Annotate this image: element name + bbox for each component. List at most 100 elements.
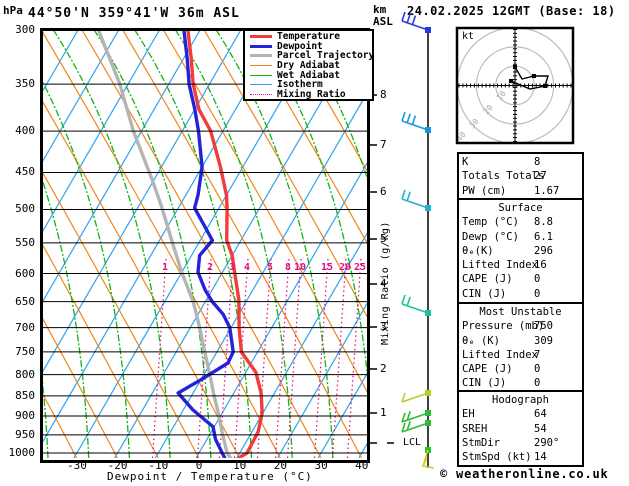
wind-barb <box>401 420 431 433</box>
wind-barb <box>401 294 431 316</box>
legend-label: Dry Adiabat <box>277 60 340 72</box>
dry-adiabat-line <box>0 28 36 458</box>
legend-label: Mixing Ratio <box>277 88 346 100</box>
panel-row-value: 309 <box>534 334 553 347</box>
panel-row: Pressure (mb) 750 <box>462 319 579 333</box>
panel-row-label: StmSpd (kt) <box>462 451 532 464</box>
most-unstable-panel: Most Unstable Pressure (mb) 750 θₑ (K) 309 Li… <box>457 302 584 394</box>
panel-row: CAPE (J) 0 <box>462 362 579 376</box>
panel-row-value: 54 <box>534 422 547 435</box>
panel-row-label: K <box>462 156 469 168</box>
panel-row-label: Lifted Index <box>462 259 538 272</box>
hodograph-unit-label: kt <box>462 31 475 42</box>
panel-row: EH 64 <box>462 407 579 421</box>
mixing-ratio-line <box>151 257 167 458</box>
panel-row-value: 27 <box>534 170 547 183</box>
panel-row: CIN (J) 0 <box>462 287 579 301</box>
mixing-ratio-line <box>313 257 329 458</box>
panel-row-value: 7 <box>534 348 541 361</box>
panel-row-value: 8.8 <box>534 216 553 229</box>
wind-barb <box>401 189 431 211</box>
legend-swatch <box>250 74 272 76</box>
panel-row-label: Pressure (mb) <box>462 320 545 333</box>
hodograph-panel: Hodograph EH 64 SREH 54 StmDir 290° StmSpd (kt)… <box>457 390 584 468</box>
panel-row-value: 296 <box>534 244 553 257</box>
panel-row-value: 6.1 <box>534 230 553 243</box>
panel-row-value: 0 <box>534 287 541 300</box>
legend-label: Isotherm <box>277 79 323 91</box>
temperature-axis-title: Dewpoint / Temperature (°C) <box>107 470 313 483</box>
legend-label: Temperature <box>277 31 340 43</box>
panel-row: θₑ(K) 296 <box>462 244 579 258</box>
panel-row-value: 0 <box>534 273 541 286</box>
panel-row-label: PW (cm) <box>462 184 507 197</box>
mixing-ratio-value-label: 8 <box>285 262 291 273</box>
wind-barb <box>401 11 431 33</box>
mixing-ratio-value-label: 5 <box>267 262 273 273</box>
panel-row: StmSpd (kt) 14 <box>462 450 579 464</box>
legend-item: Dry Adiabat <box>250 61 372 71</box>
panel-title: Hodograph <box>492 394 549 406</box>
panel-row: Lifted Index 7 <box>462 348 579 362</box>
panel-row: θₑ (K) 309 <box>462 334 579 348</box>
panel-row-label: Lifted Index <box>462 348 538 361</box>
panel-row-label: EH <box>462 408 475 421</box>
panel-row: StmDir 290° <box>462 436 579 450</box>
panel-row-label: CAPE (J) <box>462 363 513 376</box>
panel-title: Surface <box>498 202 543 214</box>
hodograph-ring-label: 30 <box>468 117 481 130</box>
legend-swatch <box>250 84 272 86</box>
legend-swatch <box>250 35 272 39</box>
panel-row-label: Temp (°C) <box>462 216 519 229</box>
panel-row-value: 1.67 <box>534 184 560 197</box>
isotherm-line <box>0 28 39 458</box>
panel-row-label: CIN (J) <box>462 377 507 390</box>
legend-swatch <box>250 93 272 95</box>
legend-item: Mixing Ratio <box>250 90 372 100</box>
panel-row: SREH 54 <box>462 422 579 436</box>
panel-row: PW (cm) 1.67 <box>462 184 579 198</box>
panel-row-label: SREH <box>462 422 488 435</box>
panel-row-label: CIN (J) <box>462 287 507 300</box>
panel-row: Dewp (°C) 6.1 <box>462 230 579 244</box>
lcl-label: LCL <box>403 437 422 448</box>
legend-swatch <box>250 44 272 48</box>
wind-barb <box>401 111 431 133</box>
panel-row: CAPE (J) 0 <box>462 272 579 286</box>
panel-row: K8 <box>462 155 579 169</box>
panel-row-value: 290° <box>534 436 560 449</box>
mixing-ratio-value-label: 15 <box>321 262 333 273</box>
panel-row-value: 16 <box>534 259 547 272</box>
panel-row-value: 14 <box>534 451 547 464</box>
panel-row-value: 750 <box>534 320 553 333</box>
panel-row-value: 8 <box>534 156 541 168</box>
panel-title: Most Unstable <box>479 306 562 318</box>
panel-row: Totals Totals 27 <box>462 169 579 183</box>
mixing-ratio-value-label: 1 <box>162 262 168 273</box>
panel-row-label: StmDir <box>462 436 500 449</box>
panel-row-label: θₑ (K) <box>462 334 500 347</box>
credit-footer: © weatheronline.co.uk <box>440 467 609 481</box>
chart-legend: Temperature Dewpoint Parcel Trajectory Dry … <box>243 29 374 101</box>
skewt-sounding-screenshot: hPa 44°50'N 359°41'W 36m ASL km ASL 24.0… <box>0 0 629 486</box>
surface-panel: Surface Temp (°C) 8.8 Dewp (°C) 6.1 θₑ(K) 296 L… <box>457 198 584 305</box>
panel-row-label: θₑ(K) <box>462 244 494 257</box>
hodograph-plot: 10203040 <box>457 28 573 143</box>
mixing-ratio-line <box>331 257 347 458</box>
panel-row-label: CAPE (J) <box>462 273 513 286</box>
indices-panel: K 8 Totals Totals 27 PW (cm) 1.67 <box>457 152 584 201</box>
panel-row: Lifted Index 16 <box>462 258 579 272</box>
panel-row: CIN (J) 0 <box>462 376 579 390</box>
panel-row-label: Dewp (°C) <box>462 230 519 243</box>
panel-row-value: 0 <box>534 363 541 376</box>
hodograph-ring-label: 20 <box>482 103 495 116</box>
mixing-ratio-value-label: 3 <box>229 262 235 273</box>
legend-swatch <box>250 54 272 58</box>
mixing-ratio-value-label: 4 <box>244 262 250 273</box>
mixing-ratio-value-label: 20 <box>339 262 351 273</box>
mixing-ratio-value-label: 10 <box>294 262 306 273</box>
mixing-ratio-line <box>274 257 290 458</box>
legend-swatch <box>250 65 272 67</box>
wind-barb <box>401 390 431 403</box>
mixing-ratio-axis-label: Mixing Ratio (g/kg) <box>380 221 391 345</box>
